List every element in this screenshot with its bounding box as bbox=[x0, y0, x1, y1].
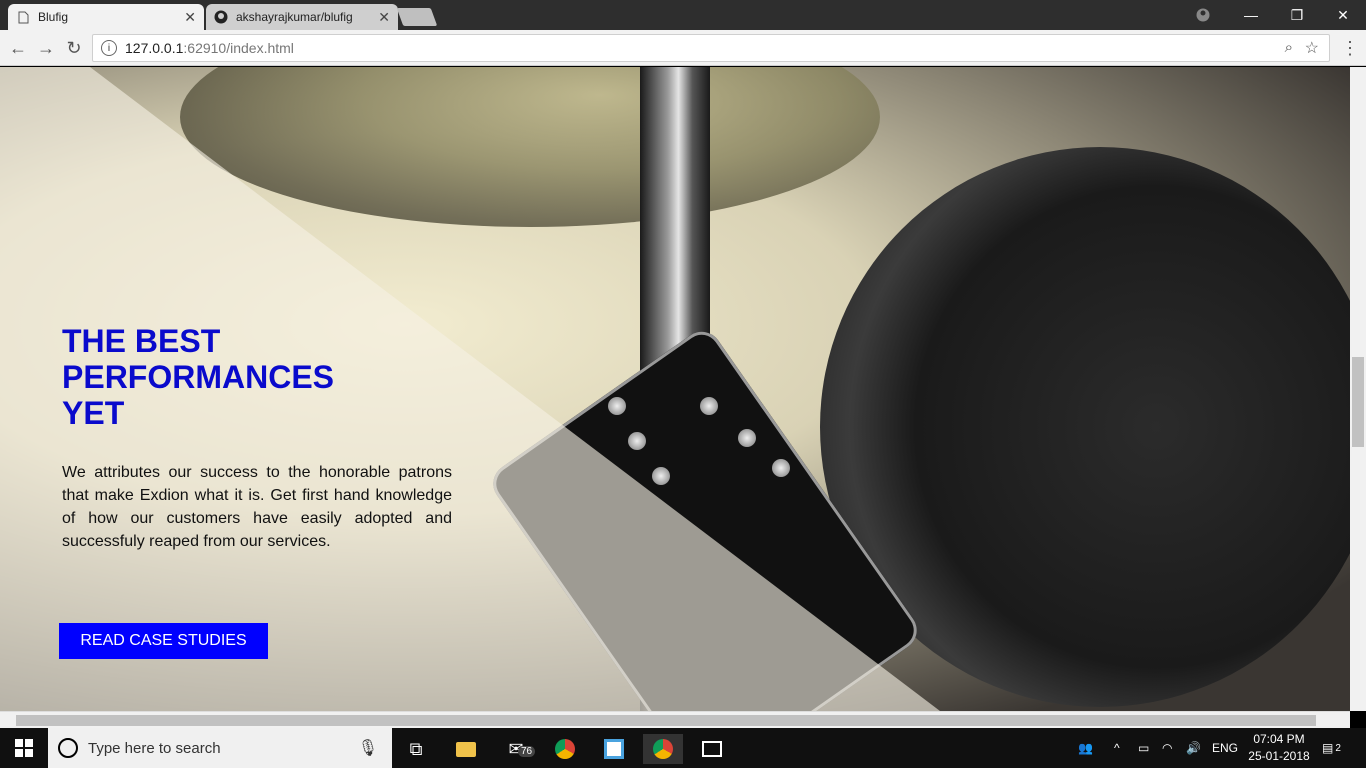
url-host: 127.0.0.1 bbox=[125, 40, 184, 56]
mail-badge: 76 bbox=[518, 746, 536, 757]
tab-title: Blufig bbox=[38, 10, 69, 24]
windows-taskbar: Type here to search 🎙 ⧉ ✉ 76 👥 ^ ▭ ◠ 🔊 EN… bbox=[0, 728, 1366, 768]
new-tab-button[interactable] bbox=[396, 8, 438, 26]
hero-description: We attributes our success to the honorab… bbox=[62, 464, 452, 550]
menu-kebab-icon[interactable]: ⋮ bbox=[1338, 36, 1362, 60]
headline-line: THE BEST bbox=[62, 323, 221, 359]
forward-arrow-icon[interactable]: → bbox=[34, 36, 58, 60]
reload-icon[interactable]: ↻ bbox=[62, 36, 86, 60]
hero-headline: THE BEST PERFORMANCES YET bbox=[62, 323, 462, 431]
notification-center-icon[interactable]: ▤ 2 bbox=[1322, 728, 1341, 768]
github-icon bbox=[214, 10, 228, 24]
tab-blufig[interactable]: Blufig ✕ bbox=[8, 4, 204, 30]
cortana-icon bbox=[58, 738, 78, 758]
language-indicator[interactable]: ENG bbox=[1212, 728, 1238, 768]
task-view-icon[interactable]: ⧉ bbox=[396, 734, 436, 764]
browser-tab-strip: Blufig ✕ akshayrajkumar/blufig ✕ — ❐ ✕ bbox=[0, 0, 1366, 30]
url-path: :62910/index.html bbox=[183, 40, 294, 56]
photos-icon[interactable] bbox=[692, 734, 732, 764]
browser-toolbar: ← → ↻ i 127.0.0.1:62910/index.html ⌕ ☆ ⋮ bbox=[0, 30, 1366, 66]
search-placeholder: Type here to search bbox=[88, 739, 221, 757]
windows-start-icon[interactable] bbox=[0, 728, 48, 768]
close-window-button[interactable]: ✕ bbox=[1320, 0, 1366, 30]
taskbar-search-input[interactable]: Type here to search 🎙 bbox=[48, 728, 392, 768]
close-icon[interactable]: ✕ bbox=[184, 9, 196, 26]
headline-line: PERFORMANCES bbox=[62, 359, 335, 395]
address-bar[interactable]: i 127.0.0.1:62910/index.html ⌕ ☆ bbox=[92, 34, 1330, 62]
tab-title: akshayrajkumar/blufig bbox=[236, 10, 353, 24]
volume-icon[interactable]: 🔊 bbox=[1186, 728, 1201, 768]
app-icon[interactable] bbox=[594, 734, 634, 764]
read-case-studies-button[interactable]: READ CASE STUDIES bbox=[59, 623, 268, 659]
battery-icon[interactable]: ▭ bbox=[1138, 728, 1149, 768]
chrome-active-icon[interactable] bbox=[643, 734, 683, 764]
microphone-icon[interactable]: 🎙 bbox=[358, 738, 378, 758]
document-icon bbox=[16, 10, 30, 24]
vertical-scrollbar[interactable] bbox=[1350, 67, 1366, 711]
hero-content: THE BEST PERFORMANCES YET We attributes … bbox=[62, 323, 462, 569]
file-explorer-icon[interactable] bbox=[446, 734, 486, 764]
clock-date: 25-01-2018 bbox=[1248, 749, 1310, 763]
close-icon[interactable]: ✕ bbox=[378, 9, 390, 26]
headline-line: YET bbox=[62, 395, 125, 431]
clock-time: 07:04 PM bbox=[1253, 732, 1305, 746]
system-clock[interactable]: 07:04 PM 25-01-2018 bbox=[1248, 731, 1310, 765]
profile-icon[interactable] bbox=[1180, 0, 1226, 30]
notification-count: 2 bbox=[1335, 742, 1341, 754]
bookmark-star-icon[interactable]: ☆ bbox=[1305, 38, 1319, 58]
people-icon[interactable]: 👥 bbox=[1078, 728, 1093, 768]
wifi-icon[interactable]: ◠ bbox=[1162, 728, 1172, 768]
info-icon[interactable]: i bbox=[101, 40, 117, 56]
chevron-up-icon[interactable]: ^ bbox=[1114, 728, 1120, 768]
back-arrow-icon[interactable]: ← bbox=[6, 36, 30, 60]
restore-button[interactable]: ❐ bbox=[1274, 0, 1320, 30]
page-viewport: THE BEST PERFORMANCES YET We attributes … bbox=[0, 67, 1350, 711]
horizontal-scroll-thumb[interactable] bbox=[16, 715, 1316, 726]
chrome-icon[interactable] bbox=[545, 734, 585, 764]
vertical-scroll-thumb[interactable] bbox=[1352, 357, 1364, 447]
minimize-button[interactable]: — bbox=[1228, 0, 1274, 30]
zoom-icon[interactable]: ⌕ bbox=[1285, 39, 1293, 56]
horizontal-scrollbar[interactable] bbox=[0, 711, 1350, 728]
tab-github[interactable]: akshayrajkumar/blufig ✕ bbox=[206, 4, 398, 30]
mail-icon[interactable]: ✉ 76 bbox=[496, 734, 536, 764]
